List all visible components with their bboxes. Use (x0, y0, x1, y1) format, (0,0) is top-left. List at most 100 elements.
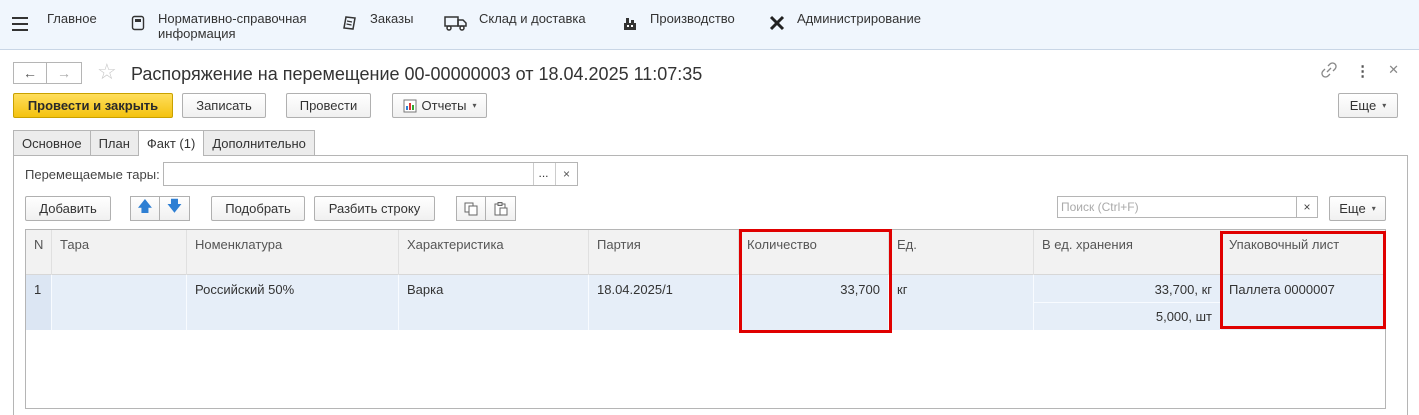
post-label: Провести (299, 98, 358, 113)
copy-icon (464, 202, 478, 216)
cell-item[interactable]: Российский 50% (187, 275, 399, 330)
post-and-close-label: Провести и закрыть (27, 98, 159, 113)
clipboard-icon (340, 14, 360, 32)
containers-field[interactable]: ... × (163, 162, 578, 186)
window-actions: ⋮ ✕ (1321, 62, 1399, 82)
menu-item-administration[interactable]: Администрирование (767, 11, 921, 32)
pick-label: Подобрать (225, 201, 291, 216)
post-button[interactable]: Провести (286, 93, 371, 118)
table-more-button[interactable]: Еще ▾ (1329, 196, 1386, 221)
menu-item-warehouse[interactable]: Склад и доставка (443, 11, 586, 32)
back-button[interactable]: ← (13, 62, 47, 84)
tab-label: План (98, 135, 130, 151)
close-icon[interactable]: ✕ (1388, 62, 1399, 82)
truck-icon (443, 14, 469, 32)
move-down-button[interactable]: 🡇 (160, 196, 190, 221)
tab-label: Дополнительно (212, 135, 306, 151)
split-row-label: Разбить строку (328, 201, 421, 216)
save-label: Записать (196, 98, 252, 113)
history-nav: ← → (13, 62, 82, 84)
form-tabs: Основное План Факт (1) Дополнительно (13, 130, 315, 156)
factory-icon (620, 14, 640, 32)
menu-item-label: Склад и доставка (479, 11, 586, 26)
column-header-storage-units[interactable]: В ед. хранения (1034, 230, 1221, 275)
cell-characteristic[interactable]: Варка (399, 275, 589, 330)
storage-units-divider (1034, 302, 1220, 303)
menu-item-production[interactable]: Производство (620, 11, 735, 32)
paste-icon (494, 201, 508, 216)
favorite-star-icon[interactable]: ☆ (97, 60, 117, 84)
reports-button[interactable]: Отчеты ▾ (392, 93, 487, 118)
storage-unit-line: 33,700, кг (1154, 282, 1212, 297)
storage-unit-line: 5,000, шт (1155, 309, 1212, 324)
table-header: N Тара Номенклатура Характеристика Парти… (26, 230, 1385, 275)
menu-item-main[interactable]: Главное (47, 11, 97, 26)
tools-icon (767, 14, 787, 32)
menu-item-reference[interactable]: Нормативно-справочная информация (128, 11, 307, 41)
back-arrow-icon: ← (23, 65, 37, 81)
tab-label: Факт (1) (146, 136, 196, 151)
add-row-label: Добавить (39, 201, 97, 216)
column-header-unit[interactable]: Ед. (889, 230, 1034, 275)
cell-batch[interactable]: 18.04.2025/1 (589, 275, 739, 330)
clipboard-buttons (456, 196, 516, 221)
move-up-button[interactable]: 🡅 (130, 196, 160, 221)
more-actions-icon[interactable]: ⋮ (1355, 62, 1370, 82)
tab-main[interactable]: Основное (13, 130, 91, 155)
table-row[interactable]: 1 Российский 50% Варка 18.04.2025/1 33,7… (26, 275, 1385, 330)
tab-fact[interactable]: Факт (1) (137, 130, 205, 156)
more-label: Еще (1349, 98, 1377, 113)
post-and-close-button[interactable]: Провести и закрыть (13, 93, 173, 118)
save-button[interactable]: Записать (182, 93, 266, 118)
menu-item-label: Заказы (370, 11, 414, 26)
column-header-packing-list[interactable]: Упаковочный лист (1221, 230, 1387, 275)
column-header-characteristic[interactable]: Характеристика (399, 230, 589, 275)
reports-label: Отчеты (421, 98, 467, 113)
column-header-batch[interactable]: Партия (589, 230, 739, 275)
hamburger-menu-icon[interactable] (12, 17, 28, 31)
select-ellipsis-button[interactable]: ... (533, 163, 553, 185)
forward-arrow-icon: → (57, 65, 71, 81)
arrow-down-icon: 🡇 (166, 198, 183, 215)
split-row-button[interactable]: Разбить строку (314, 196, 435, 221)
paste-button[interactable] (486, 196, 516, 221)
pick-button[interactable]: Подобрать (211, 196, 305, 221)
chevron-down-icon: ▾ (1382, 101, 1387, 110)
cell-quantity[interactable]: 33,700 (739, 275, 889, 330)
cell-storage-units[interactable]: 33,700, кг 5,000, шт (1034, 275, 1221, 330)
tab-plan[interactable]: План (89, 130, 139, 155)
arrow-up-icon: 🡅 (137, 198, 153, 215)
more-button[interactable]: Еще ▾ (1338, 93, 1398, 118)
containers-field-label: Перемещаемые тары: (25, 167, 160, 182)
tab-label: Основное (22, 135, 82, 151)
column-header-n[interactable]: N (26, 230, 52, 275)
table-more-label: Еще (1339, 201, 1366, 216)
book-icon (128, 14, 148, 32)
tab-additional[interactable]: Дополнительно (203, 130, 315, 155)
add-row-button[interactable]: Добавить (25, 196, 111, 221)
menu-item-label: Главное (47, 11, 97, 26)
menu-item-orders[interactable]: Заказы (340, 11, 413, 32)
column-header-quantity[interactable]: Количество (739, 230, 889, 275)
cell-container[interactable] (52, 275, 187, 330)
reports-icon (403, 99, 417, 113)
column-header-item[interactable]: Номенклатура (187, 230, 399, 275)
move-row-buttons: 🡅 🡇 (130, 196, 190, 221)
link-icon[interactable] (1321, 62, 1337, 82)
forward-button[interactable]: → (47, 62, 82, 84)
menu-item-label: Производство (650, 11, 735, 26)
column-header-container[interactable]: Тара (52, 230, 187, 275)
search-clear-button[interactable]: × (1296, 196, 1318, 218)
menu-item-label: Администрирование (797, 11, 921, 26)
fact-table: N Тара Номенклатура Характеристика Парти… (25, 229, 1386, 409)
main-menu-bar: Главное Нормативно-справочная информация… (0, 0, 1419, 50)
cell-unit[interactable]: кг (889, 275, 1034, 330)
chevron-down-icon: ▾ (472, 101, 477, 110)
page-title: Распоряжение на перемещение 00-00000003 … (131, 64, 703, 84)
copy-button[interactable] (456, 196, 486, 221)
chevron-down-icon: ▾ (1371, 204, 1376, 213)
search-input[interactable]: Поиск (Ctrl+F) (1057, 196, 1318, 218)
cell-packing-list[interactable]: Паллета 0000007 (1221, 275, 1387, 330)
cell-n: 1 (26, 275, 52, 330)
clear-field-button[interactable]: × (555, 163, 577, 185)
